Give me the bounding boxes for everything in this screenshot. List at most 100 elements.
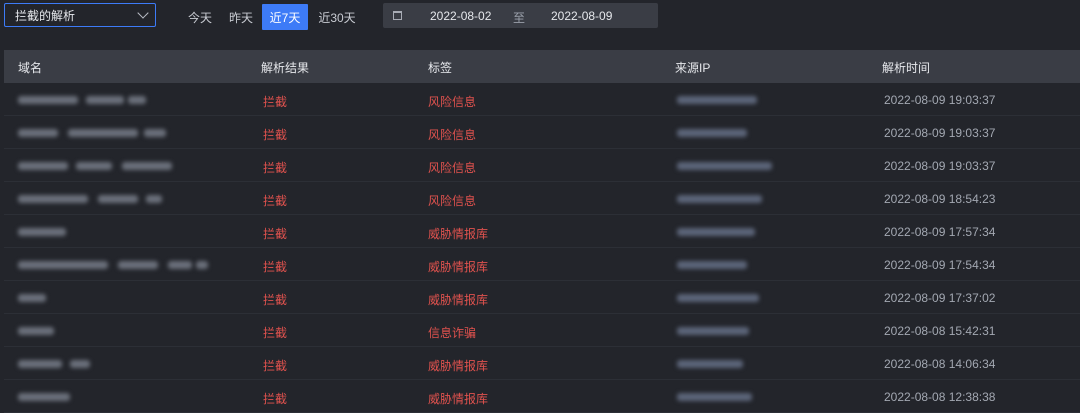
result-cell: 拦截 (263, 326, 288, 340)
redaction-blur (18, 327, 54, 335)
source-ip-cell-redacted (677, 324, 787, 338)
result-cell: 拦截 (263, 227, 288, 241)
range-30days-button[interactable]: 近30天 (312, 4, 362, 30)
date-range-picker[interactable]: 2022-08-02 至 2022-08-09 (383, 3, 658, 28)
redaction-blur (677, 393, 752, 401)
table-body: 拦截 风险信息 2022-08-09 19:03:37 拦截 风险信息 2022-08-0… (4, 83, 1080, 413)
redaction-blur (18, 393, 70, 401)
table-row[interactable]: 拦截 信息诈骗 2022-08-08 15:42:31 (4, 314, 1080, 347)
filter-select-value: 拦截的解析 (15, 8, 76, 23)
date-separator: 至 (513, 11, 526, 25)
redaction-blur (18, 294, 46, 302)
table-row[interactable]: 拦截 威胁情报库 2022-08-09 17:37:02 (4, 281, 1080, 314)
table-row[interactable]: 拦截 威胁情报库 2022-08-09 17:57:34 (4, 215, 1080, 248)
tag-cell: 威胁情报库 (428, 392, 489, 406)
range-7days-button[interactable]: 近7天 (262, 4, 308, 30)
redaction-blur (677, 162, 772, 170)
column-header-source-ip: 来源IP (675, 61, 711, 75)
domain-cell-redacted (18, 324, 238, 338)
tag-cell: 风险信息 (428, 128, 477, 142)
time-cell: 2022-08-09 17:54:34 (884, 258, 996, 272)
redaction-blur (128, 96, 146, 104)
result-cell: 拦截 (263, 161, 288, 175)
redaction-blur (98, 195, 138, 203)
table-row[interactable]: 拦截 风险信息 2022-08-09 19:03:37 (4, 83, 1080, 116)
domain-cell-redacted (18, 291, 238, 305)
result-cell: 拦截 (263, 260, 288, 274)
time-cell: 2022-08-08 15:42:31 (884, 324, 996, 338)
source-ip-cell-redacted (677, 126, 787, 140)
source-ip-cell-redacted (677, 192, 787, 206)
redaction-blur (70, 360, 90, 368)
domain-cell-redacted (18, 390, 238, 404)
tag-cell: 风险信息 (428, 161, 477, 175)
result-cell: 拦截 (263, 359, 288, 373)
result-cell: 拦截 (263, 95, 288, 109)
time-cell: 2022-08-09 17:57:34 (884, 225, 996, 239)
redaction-blur (196, 261, 208, 269)
table-row[interactable]: 拦截 威胁情报库 2022-08-08 12:38:38 (4, 380, 1080, 413)
date-start[interactable]: 2022-08-02 (430, 9, 491, 23)
result-cell: 拦截 (263, 293, 288, 307)
redaction-blur (18, 360, 62, 368)
toolbar: 拦截的解析 今天 昨天 近7天 近30天 2022-08-02 至 2022-0… (0, 0, 1080, 32)
tag-cell: 威胁情报库 (428, 260, 489, 274)
table-row[interactable]: 拦截 风险信息 2022-08-09 19:03:37 (4, 149, 1080, 182)
redaction-blur (677, 294, 759, 302)
redaction-blur (677, 195, 762, 203)
redaction-blur (677, 129, 747, 137)
tag-cell: 威胁情报库 (428, 293, 489, 307)
tag-cell: 风险信息 (428, 194, 477, 208)
redaction-blur (677, 360, 743, 368)
source-ip-cell-redacted (677, 390, 787, 404)
redaction-blur (677, 96, 757, 104)
domain-cell-redacted (18, 93, 238, 107)
domain-cell-redacted (18, 126, 238, 140)
redaction-blur (18, 96, 78, 104)
chevron-down-icon (137, 7, 149, 19)
calendar-icon (393, 11, 402, 20)
column-header-result: 解析结果 (261, 61, 310, 75)
redaction-blur (76, 162, 112, 170)
domain-cell-redacted (18, 258, 238, 272)
redaction-blur (18, 228, 66, 236)
tag-cell: 威胁情报库 (428, 359, 489, 373)
redaction-blur (18, 195, 88, 203)
table-row[interactable]: 拦截 威胁情报库 2022-08-09 17:54:34 (4, 248, 1080, 281)
table-row[interactable]: 拦截 风险信息 2022-08-09 19:03:37 (4, 116, 1080, 149)
column-header-domain: 域名 (18, 61, 43, 75)
redaction-blur (146, 195, 162, 203)
range-yesterday-button[interactable]: 昨天 (222, 4, 260, 30)
result-cell: 拦截 (263, 128, 288, 142)
table-row[interactable]: 拦截 风险信息 2022-08-09 18:54:23 (4, 182, 1080, 215)
source-ip-cell-redacted (677, 225, 787, 239)
filter-select[interactable]: 拦截的解析 (4, 3, 156, 27)
redaction-blur (18, 162, 68, 170)
source-ip-cell-redacted (677, 291, 787, 305)
time-cell: 2022-08-09 17:37:02 (884, 291, 996, 305)
time-cell: 2022-08-09 18:54:23 (884, 192, 996, 206)
source-ip-cell-redacted (677, 357, 787, 371)
redaction-blur (18, 261, 108, 269)
source-ip-cell-redacted (677, 159, 787, 173)
resolution-table: 域名 解析结果 标签 来源IP 解析时间 拦截 风险信息 2022-08-09 19… (4, 50, 1080, 413)
redaction-blur (18, 129, 58, 137)
result-cell: 拦截 (263, 392, 288, 406)
tag-cell: 威胁情报库 (428, 227, 489, 241)
redaction-blur (68, 129, 138, 137)
domain-cell-redacted (18, 159, 238, 173)
column-header-time: 解析时间 (882, 61, 931, 75)
redaction-blur (118, 261, 158, 269)
time-cell: 2022-08-08 14:06:34 (884, 357, 996, 371)
domain-cell-redacted (18, 225, 238, 239)
result-cell: 拦截 (263, 194, 288, 208)
range-today-button[interactable]: 今天 (181, 4, 219, 30)
date-end[interactable]: 2022-08-09 (551, 9, 612, 23)
redaction-blur (677, 327, 749, 335)
redaction-blur (144, 129, 166, 137)
time-cell: 2022-08-09 19:03:37 (884, 126, 996, 140)
table-row[interactable]: 拦截 威胁情报库 2022-08-08 14:06:34 (4, 347, 1080, 380)
source-ip-cell-redacted (677, 258, 787, 272)
column-header-tag: 标签 (428, 61, 453, 75)
time-cell: 2022-08-09 19:03:37 (884, 159, 996, 173)
